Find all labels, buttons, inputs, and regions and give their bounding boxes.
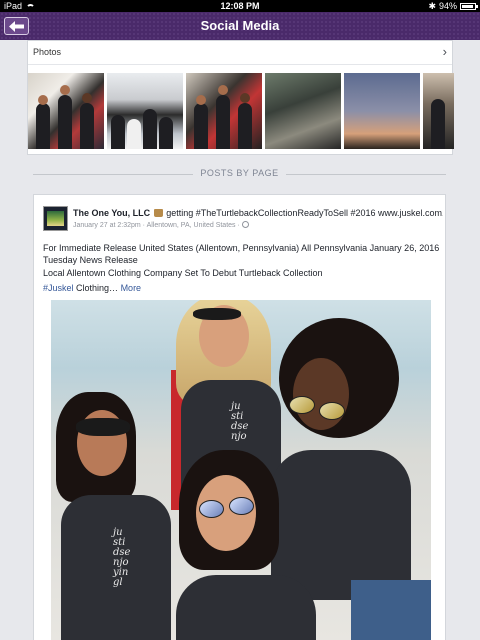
photos-card: Photos › (27, 40, 454, 155)
chevron-right-icon[interactable]: › (443, 44, 447, 59)
section-divider-label: POSTS BY PAGE (200, 168, 279, 178)
bluetooth-icon: ✱ (428, 1, 436, 11)
post-author[interactable]: The One You, LLC (73, 208, 150, 218)
post-date[interactable]: January 27 at 2:32pm (73, 222, 141, 229)
page-title: Social Media (200, 18, 280, 33)
photo-strip[interactable] (28, 73, 454, 149)
photo-thumbnail[interactable] (265, 73, 341, 149)
photo-thumbnail[interactable] (28, 73, 104, 149)
globe-icon (241, 221, 249, 228)
photo-thumbnail[interactable] (344, 73, 420, 149)
photos-header[interactable]: Photos › (28, 41, 452, 65)
post-header: The One You, LLC getting #TheTurtlebackC… (73, 208, 443, 229)
battery-icon (460, 3, 478, 10)
battery-percent: 94% (438, 1, 457, 11)
post-photo[interactable]: ju sti dse njo ju sti dse njo yin gl (51, 300, 431, 640)
clock: 12:08 PM (220, 1, 260, 11)
see-more-link[interactable]: More (121, 283, 142, 293)
photo-thumbnail[interactable] (423, 73, 454, 149)
nav-bar: Social Media (0, 12, 480, 40)
post-location[interactable]: Allentown, PA, United States (147, 222, 236, 229)
shopping-bag-icon (153, 209, 163, 217)
post-card: The One You, LLC getting #TheTurtlebackC… (33, 194, 446, 640)
status-bar: iPad 12:08 PM ✱ 94% (0, 0, 480, 12)
post-text-tail: Clothing… (73, 283, 119, 294)
avatar[interactable] (43, 206, 68, 231)
post-activity: getting #TheTurtlebackCollectionReadyToS… (166, 208, 443, 218)
post-text-line: Tuesday News Release (43, 255, 138, 266)
post-text-line: For Immediate Release United States (All… (43, 243, 440, 253)
post-text-line: Local Allentown Clothing Company Set To … (43, 267, 323, 278)
photo-thumbnail[interactable] (107, 73, 183, 149)
photo-thumbnail[interactable] (186, 73, 262, 149)
section-divider: POSTS BY PAGE (33, 168, 446, 180)
photos-label: Photos (33, 47, 62, 57)
post-body: For Immediate Release United States (All… (43, 242, 443, 295)
hashtag-link[interactable]: #Juskel (43, 283, 74, 293)
